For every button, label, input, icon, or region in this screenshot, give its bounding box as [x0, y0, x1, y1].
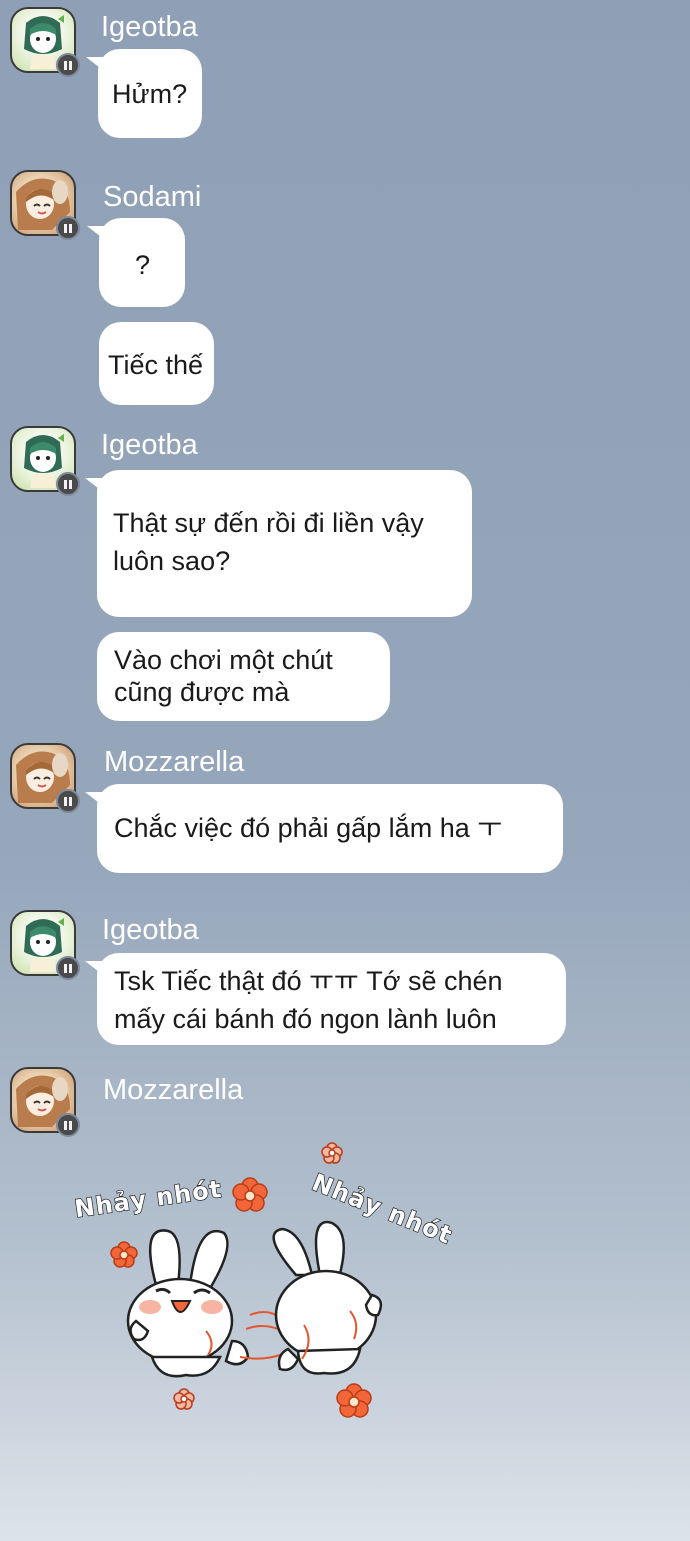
- message-bubble[interactable]: Vào chơi một chút cũng được mà: [97, 632, 390, 721]
- profile-badge-icon: [56, 216, 80, 240]
- message-text: Hửm?: [112, 79, 188, 109]
- message-bubble[interactable]: Thật sự đến rồi đi liền vậy luôn sao?: [85, 470, 472, 617]
- message-bubble[interactable]: Tiếc thế: [99, 322, 214, 405]
- sender-name: Mozzarella: [103, 1074, 244, 1106]
- profile-badge-icon: [56, 789, 80, 813]
- dancing-bunnies-sticker[interactable]: Nhảy nhót Nhảy nhót: [60, 1135, 460, 1425]
- message-text: Vào chơi một chút cũng được mà: [114, 645, 333, 707]
- message-bubble[interactable]: Chắc việc đó phải gấp lắm ha ㅜ: [85, 784, 563, 873]
- sender-name: Sodami: [103, 181, 202, 213]
- message-text: Thật sự đến rồi đi liền vậy luôn sao?: [113, 508, 424, 576]
- sender-name: Igeotba: [101, 11, 198, 43]
- sender-avatar[interactable]: [10, 910, 80, 980]
- sender-name: Igeotba: [101, 429, 198, 461]
- sender-name: Mozzarella: [104, 746, 245, 778]
- profile-badge-icon: [56, 472, 80, 496]
- profile-badge-icon: [56, 1113, 80, 1137]
- sender-avatar[interactable]: [10, 426, 80, 496]
- message-text: Tiếc thế: [108, 350, 204, 380]
- sender-avatar[interactable]: [10, 7, 80, 77]
- message-text: ?: [135, 250, 151, 280]
- profile-badge-icon: [56, 956, 80, 980]
- message-bubble[interactable]: ?: [87, 218, 185, 307]
- message-text: Tsk Tiếc thật đó ㅠㅠ Tớ sẽ chén mấy cái b…: [114, 966, 503, 1034]
- message-text: Chắc việc đó phải gấp lắm ha ㅜ: [114, 813, 503, 843]
- sender-avatar[interactable]: [10, 743, 80, 813]
- message-bubble[interactable]: Hửm?: [86, 49, 202, 138]
- sender-name: Igeotba: [102, 914, 199, 946]
- sender-avatar[interactable]: [10, 170, 80, 240]
- message-bubble[interactable]: Tsk Tiếc thật đó ㅠㅠ Tớ sẽ chén mấy cái b…: [85, 953, 566, 1045]
- dancing-bunnies-icon: [110, 1142, 383, 1418]
- profile-badge-icon: [56, 53, 80, 77]
- sender-avatar[interactable]: [10, 1067, 80, 1137]
